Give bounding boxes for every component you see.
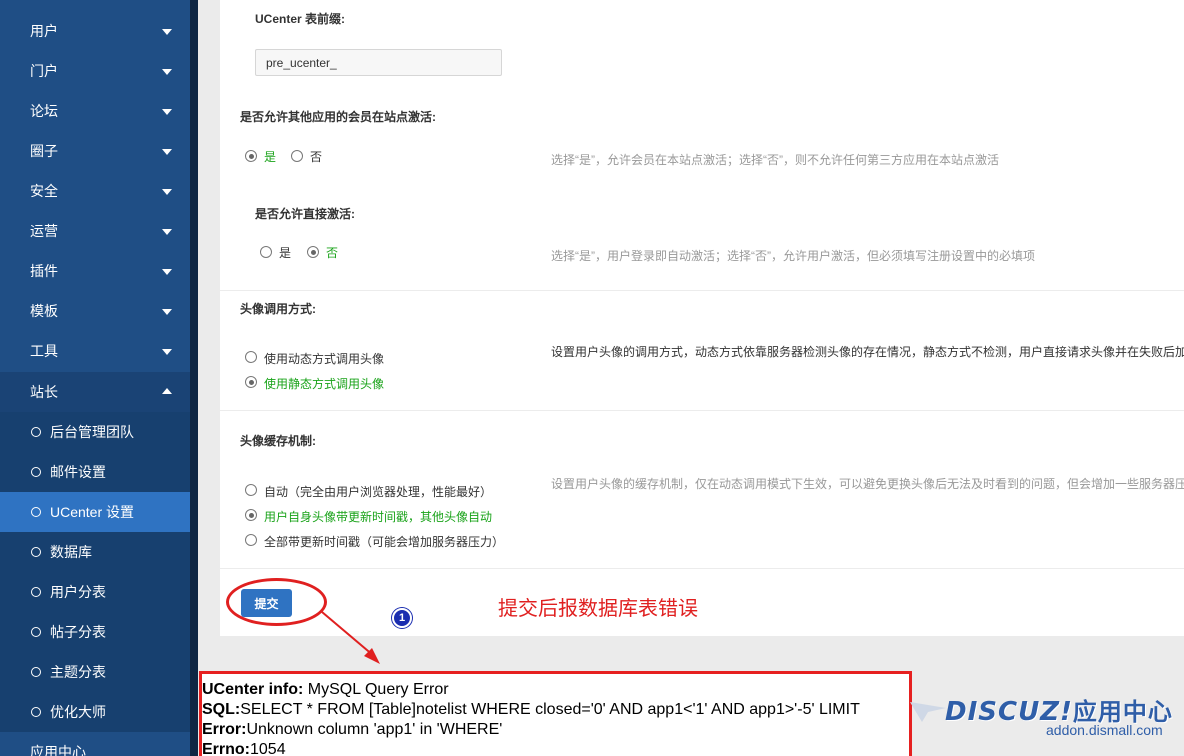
error-errno-label: Errno: <box>202 741 250 756</box>
error-sql-value: SELECT * FROM [Table]notelist WHERE clos… <box>240 701 860 718</box>
error-info-label: UCenter info: <box>202 681 304 698</box>
error-sql-line: SQL:SELECT * FROM [Table]notelist WHERE … <box>202 700 909 720</box>
annotation-note: 提交后报数据库表错误 <box>498 596 698 620</box>
annotation-arrow-icon <box>321 611 380 664</box>
discuz-logo-icon <box>910 702 946 722</box>
error-message-value: Unknown column 'app1' in 'WHERE' <box>246 721 503 738</box>
annotation-step-badge: 1 <box>392 608 412 628</box>
error-info-line: UCenter info: MySQL Query Error <box>202 680 909 700</box>
error-message-line: Error:Unknown column 'app1' in 'WHERE' <box>202 720 909 740</box>
error-sql-label: SQL: <box>202 701 241 718</box>
error-message-box: UCenter info: MySQL Query Error SQL:SELE… <box>199 671 912 756</box>
error-message-label: Error: <box>202 721 247 738</box>
error-errno-line: Errno:1054 <box>202 740 909 756</box>
error-errno-value: 1054 <box>250 741 286 756</box>
error-info-value: MySQL Query Error <box>303 681 449 698</box>
watermark-url: addon.dismall.com <box>1046 722 1163 738</box>
